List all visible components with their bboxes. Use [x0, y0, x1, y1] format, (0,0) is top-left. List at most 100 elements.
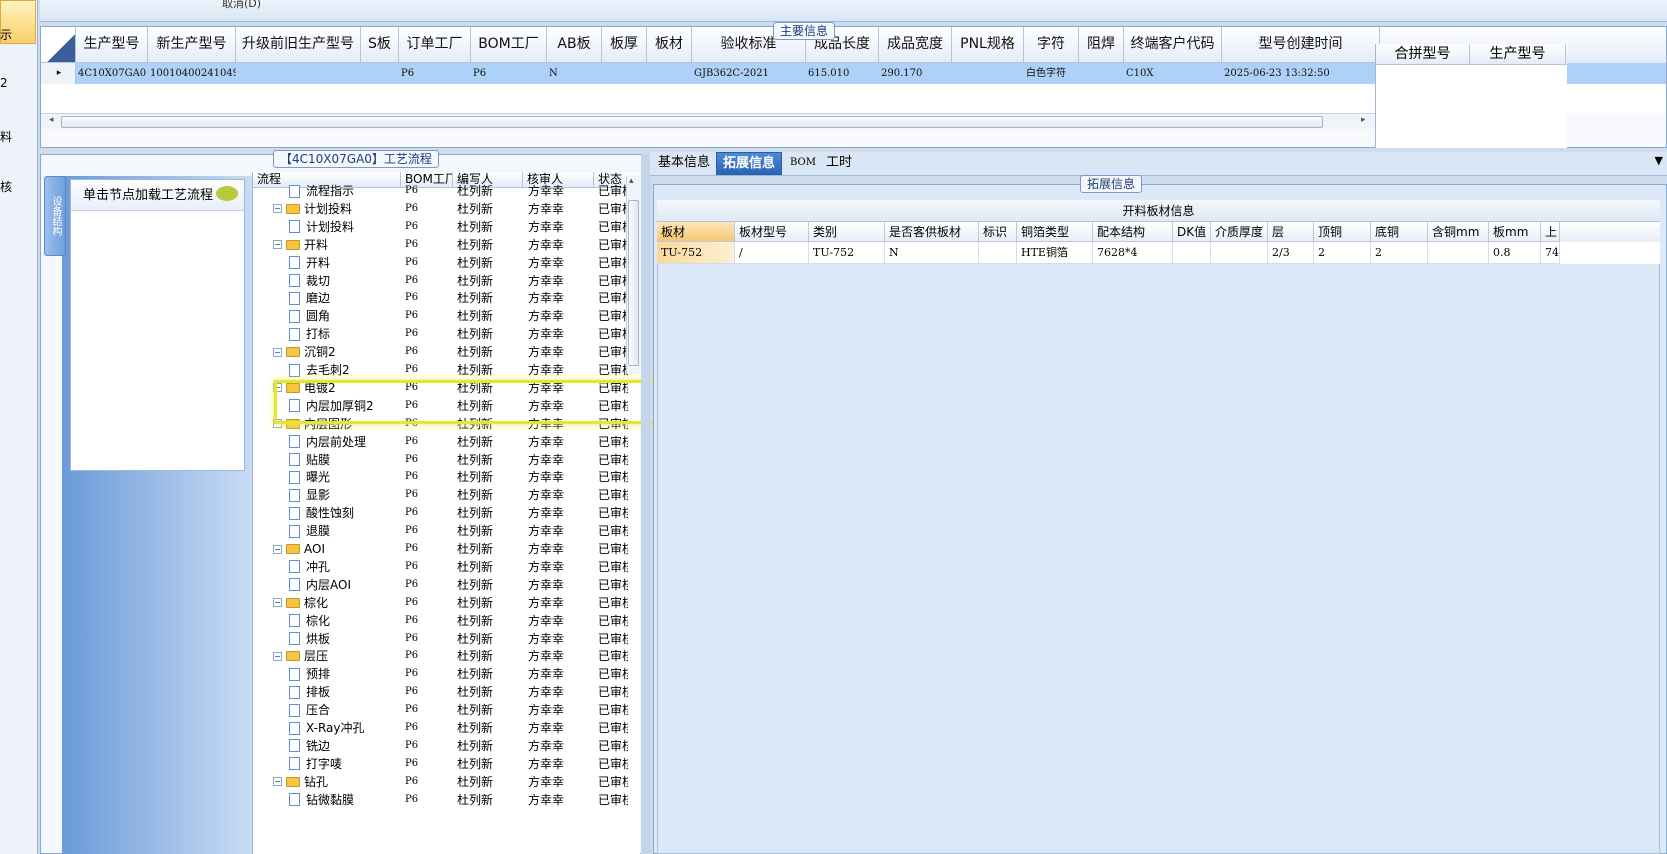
tree-node-row[interactable]: 冲孔P6杜列新方幸幸已审核 — [253, 558, 633, 576]
main-col-header[interactable]: BOM工厂 — [471, 27, 547, 63]
tree-node-row[interactable]: 打标P6杜列新方幸幸已审核 — [253, 325, 633, 343]
board-cell[interactable]: / — [735, 242, 809, 264]
tree-node-row[interactable]: 棕化P6杜列新方幸幸已审核 — [253, 612, 633, 630]
board-col-header[interactable]: 顶铜 — [1314, 222, 1371, 242]
main-col-header[interactable]: 升级前旧生产型号 — [236, 27, 361, 63]
collapse-icon[interactable]: − — [273, 240, 282, 250]
main-col-header[interactable]: AB板 — [547, 27, 602, 63]
board-col-header[interactable]: 底铜 — [1371, 222, 1428, 242]
board-col-header[interactable]: 标识 — [979, 222, 1017, 242]
tree-node-row[interactable]: 显影P6杜列新方幸幸已审核 — [253, 486, 633, 504]
board-cell[interactable]: TU-752 — [809, 242, 885, 264]
tree-folder-row[interactable]: −计划投料P6杜列新方幸幸已审核 — [253, 200, 633, 218]
main-col-header[interactable]: PNL规格 — [952, 27, 1024, 63]
board-cell[interactable] — [1211, 242, 1268, 264]
board-col-header[interactable]: 配本结构 — [1093, 222, 1173, 242]
main-col-header[interactable]: S板 — [361, 27, 399, 63]
tree-folder-row[interactable]: −层压P6杜列新方幸幸已审核 — [253, 647, 633, 665]
tree-node-row[interactable]: X-Ray冲孔P6杜列新方幸幸已审核 — [253, 719, 633, 737]
left-nav-item-4[interactable]: 核 — [0, 178, 12, 195]
collapse-icon[interactable]: − — [273, 347, 282, 357]
toolbar-cancel-text[interactable]: 取消(D) — [222, 0, 261, 11]
tree-node-row[interactable]: 打字唛P6杜列新方幸幸已审核 — [253, 755, 633, 773]
left-nav-item-1[interactable]: 示 — [0, 26, 12, 43]
tree-folder-row[interactable]: −棕化P6杜列新方幸幸已审核 — [253, 594, 633, 612]
board-col-header[interactable]: DK值 — [1173, 222, 1211, 242]
main-col-header[interactable]: 成品宽度 — [879, 27, 952, 63]
tree-node-row[interactable]: 内层前处理P6杜列新方幸幸已审核 — [253, 433, 633, 451]
board-col-header[interactable]: 板材型号 — [735, 222, 809, 242]
board-col-header[interactable]: 板材 — [657, 222, 735, 242]
board-col-header[interactable]: 是否客供板材 — [885, 222, 979, 242]
tree-node-row[interactable]: 退膜P6杜列新方幸幸已审核 — [253, 522, 633, 540]
board-cell[interactable]: 2/3 — [1268, 242, 1314, 264]
tree-node-row[interactable]: 流程指示P6杜列新方幸幸已审核 — [253, 182, 633, 200]
scroll-left-icon[interactable]: ◂ — [49, 115, 54, 125]
board-cell[interactable] — [1173, 242, 1211, 264]
board-col-header[interactable]: 上 — [1541, 222, 1560, 242]
tree-scroll-thumb[interactable] — [628, 200, 639, 366]
main-col-header[interactable]: 字符 — [1024, 27, 1079, 63]
tree-node-row[interactable]: 裁切P6杜列新方幸幸已审核 — [253, 272, 633, 290]
scroll-thumb[interactable] — [61, 116, 1323, 128]
tree-node-row[interactable]: 压合P6杜列新方幸幸已审核 — [253, 701, 633, 719]
board-cell[interactable]: N — [885, 242, 979, 264]
tab-extension-info[interactable]: 拓展信息 — [716, 152, 783, 175]
board-cell[interactable]: 74 — [1541, 242, 1560, 264]
board-col-header[interactable]: 铜箔类型 — [1017, 222, 1093, 242]
tree-node-row[interactable]: 曝光P6杜列新方幸幸已审核 — [253, 468, 633, 486]
board-cell[interactable]: 7628*4 — [1093, 242, 1173, 264]
main-col-header[interactable]: 终端客户代码 — [1124, 27, 1222, 63]
panel-splitter[interactable] — [641, 154, 651, 854]
board-col-header[interactable]: 含铜mm — [1428, 222, 1489, 242]
tree-folder-row[interactable]: −沉铜2P6杜列新方幸幸已审核 — [253, 343, 633, 361]
tree-node-row[interactable]: 铣边P6杜列新方幸幸已审核 — [253, 737, 633, 755]
tree-node-row[interactable]: 排板P6杜列新方幸幸已审核 — [253, 683, 633, 701]
tab-basic-info[interactable]: 基本信息 — [652, 152, 716, 175]
row-indicator-icon[interactable]: ▸ — [41, 63, 76, 84]
board-cell[interactable] — [979, 242, 1017, 264]
board-col-header[interactable]: 介质厚度 — [1211, 222, 1268, 242]
tree-node-row[interactable]: 钻微黏膜P6杜列新方幸幸已审核 — [253, 791, 633, 809]
tree-node-row[interactable]: 贴膜P6杜列新方幸幸已审核 — [253, 451, 633, 469]
tree-node-row[interactable]: 圆角P6杜列新方幸幸已审核 — [253, 307, 633, 325]
main-col-header[interactable]: 订单工厂 — [399, 27, 471, 63]
board-cell[interactable]: HTE铜箔 — [1017, 242, 1093, 264]
main-col-header[interactable]: 新生产型号 — [148, 27, 236, 63]
board-cell[interactable]: TU-752 — [657, 242, 735, 264]
scroll-right-icon[interactable]: ▸ — [1361, 115, 1366, 125]
tree-node-row[interactable]: 计划投料P6杜列新方幸幸已审核 — [253, 218, 633, 236]
tree-node-row[interactable]: 酸性蚀刻P6杜列新方幸幸已审核 — [253, 504, 633, 522]
board-cell[interactable]: 2 — [1314, 242, 1371, 264]
tree-node-row[interactable]: 内层AOIP6杜列新方幸幸已审核 — [253, 576, 633, 594]
tree-vertical-scrollbar[interactable]: ▴ — [626, 176, 640, 374]
collapse-icon[interactable]: − — [273, 204, 282, 214]
tree-folder-row[interactable]: −开料P6杜列新方幸幸已审核 — [253, 236, 633, 254]
main-col-header[interactable]: 型号创建时间 — [1222, 27, 1380, 63]
board-col-header[interactable]: 层 — [1268, 222, 1314, 242]
tab-dropdown-icon[interactable]: ▼ — [1655, 154, 1663, 167]
tab-bom[interactable]: BOM — [784, 152, 822, 175]
main-col-header[interactable]: 生产型号 — [76, 27, 148, 63]
main-col-header[interactable]: 阻焊 — [1079, 27, 1124, 63]
board-cell[interactable]: 0.8 — [1489, 242, 1541, 264]
tree-node-row[interactable]: 开料P6杜列新方幸幸已审核 — [253, 254, 633, 272]
board-table-row[interactable]: TU-752/TU-752 N HTE铜箔 7628*4 2/3 2 2 0.8 74 — [657, 242, 1660, 264]
board-col-header[interactable]: 板mm — [1489, 222, 1541, 242]
grid-corner[interactable] — [41, 27, 76, 63]
board-cell[interactable]: 2 — [1371, 242, 1428, 264]
main-col-header[interactable]: 板厚 — [602, 27, 647, 63]
collapse-icon[interactable]: − — [273, 544, 282, 554]
scroll-up-icon[interactable]: ▴ — [629, 176, 634, 186]
tree-node-row[interactable]: 去毛刺2P6杜列新方幸幸已审核 — [253, 361, 633, 379]
tree-node-row[interactable]: 烘板P6杜列新方幸幸已审核 — [253, 630, 633, 648]
collapse-icon[interactable]: − — [273, 598, 282, 608]
board-cell[interactable] — [1428, 242, 1489, 264]
main-horizontal-scrollbar[interactable]: ◂ ▸ — [41, 113, 1375, 129]
equipment-structure-tab[interactable]: 设备结构 — [44, 176, 66, 256]
left-nav-item-3[interactable]: 料 — [0, 128, 12, 145]
node-hint-text[interactable]: 单击节点加载工艺流程 — [71, 180, 244, 211]
tree-folder-row[interactable]: −AOIP6杜列新方幸幸已审核 — [253, 540, 633, 558]
tree-folder-row[interactable]: −钻孔P6杜列新方幸幸已审核 — [253, 773, 633, 791]
board-col-header[interactable]: 类别 — [809, 222, 885, 242]
